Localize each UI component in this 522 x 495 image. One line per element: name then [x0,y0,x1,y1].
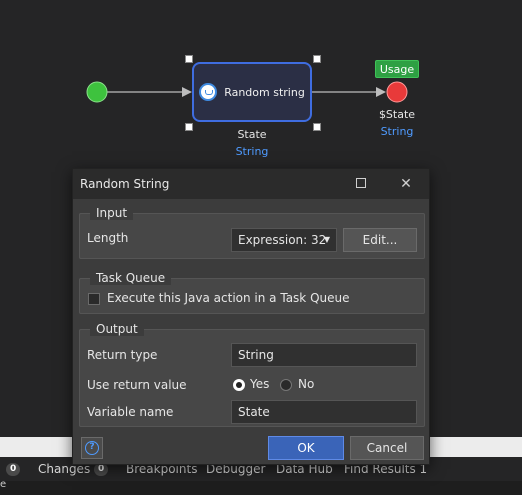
return-type-field: String [231,343,417,367]
bottom-strip: e [0,479,522,495]
close-icon: ✕ [400,176,412,192]
random-string-dialog: Random String ✕ Input Length Expression:… [72,168,430,465]
task-queue-checkbox[interactable] [88,293,100,305]
activity-output-name: State [237,128,267,141]
variable-name-input[interactable]: State [231,400,417,424]
use-return-no-label[interactable]: No [298,377,314,391]
activity-label: Random string [224,85,305,99]
task-queue-checkbox-label[interactable]: Execute this Java action in a Task Queue [107,291,349,305]
return-type-label: Return type [87,348,158,362]
start-event [86,81,108,103]
use-return-yes-radio[interactable] [233,379,245,391]
dialog-title-bar[interactable]: Random String ✕ [73,169,429,199]
usage-badge[interactable]: Usage [375,60,419,78]
end-variable-name: $State [378,108,416,121]
selection-handle[interactable] [185,55,193,63]
selection-handle[interactable] [313,123,321,131]
dialog-title: Random String [80,177,170,191]
cancel-button[interactable]: Cancel [350,436,424,460]
selection-handle[interactable] [185,123,193,131]
use-return-value-label: Use return value [87,378,187,392]
variable-name-label: Variable name [87,405,174,419]
length-expression-value: Expression: 32 [238,233,327,247]
count-badge: 0 [6,463,21,476]
input-group: Input Length Expression: 32 ▼ Edit... [79,206,425,259]
java-action-icon [199,83,218,101]
length-expression-select[interactable]: Expression: 32 ▼ [231,228,337,252]
bottom-strip-text: e [0,479,7,490]
use-return-no-radio[interactable] [280,379,292,391]
use-return-yes-label[interactable]: Yes [250,377,269,391]
maximize-icon [356,178,366,188]
edit-button[interactable]: Edit... [343,228,417,252]
help-button[interactable]: ? [81,437,103,459]
activity-output-type: String [235,145,269,158]
maximize-button[interactable] [351,173,373,195]
task-queue-group: Task Queue Execute this Java action in a… [79,271,425,314]
output-group: Output Return type String Use return val… [79,322,425,427]
chevron-down-icon: ▼ [323,235,330,244]
end-event [386,81,408,103]
random-string-activity[interactable]: Random string [192,62,312,122]
tab-first-count[interactable]: 0 [6,462,21,476]
ok-button[interactable]: OK [268,436,344,460]
length-label: Length [87,231,129,245]
end-variable-type: String [380,125,414,138]
help-icon: ? [85,441,99,455]
selection-handle[interactable] [313,55,321,63]
close-button[interactable]: ✕ [395,173,417,195]
